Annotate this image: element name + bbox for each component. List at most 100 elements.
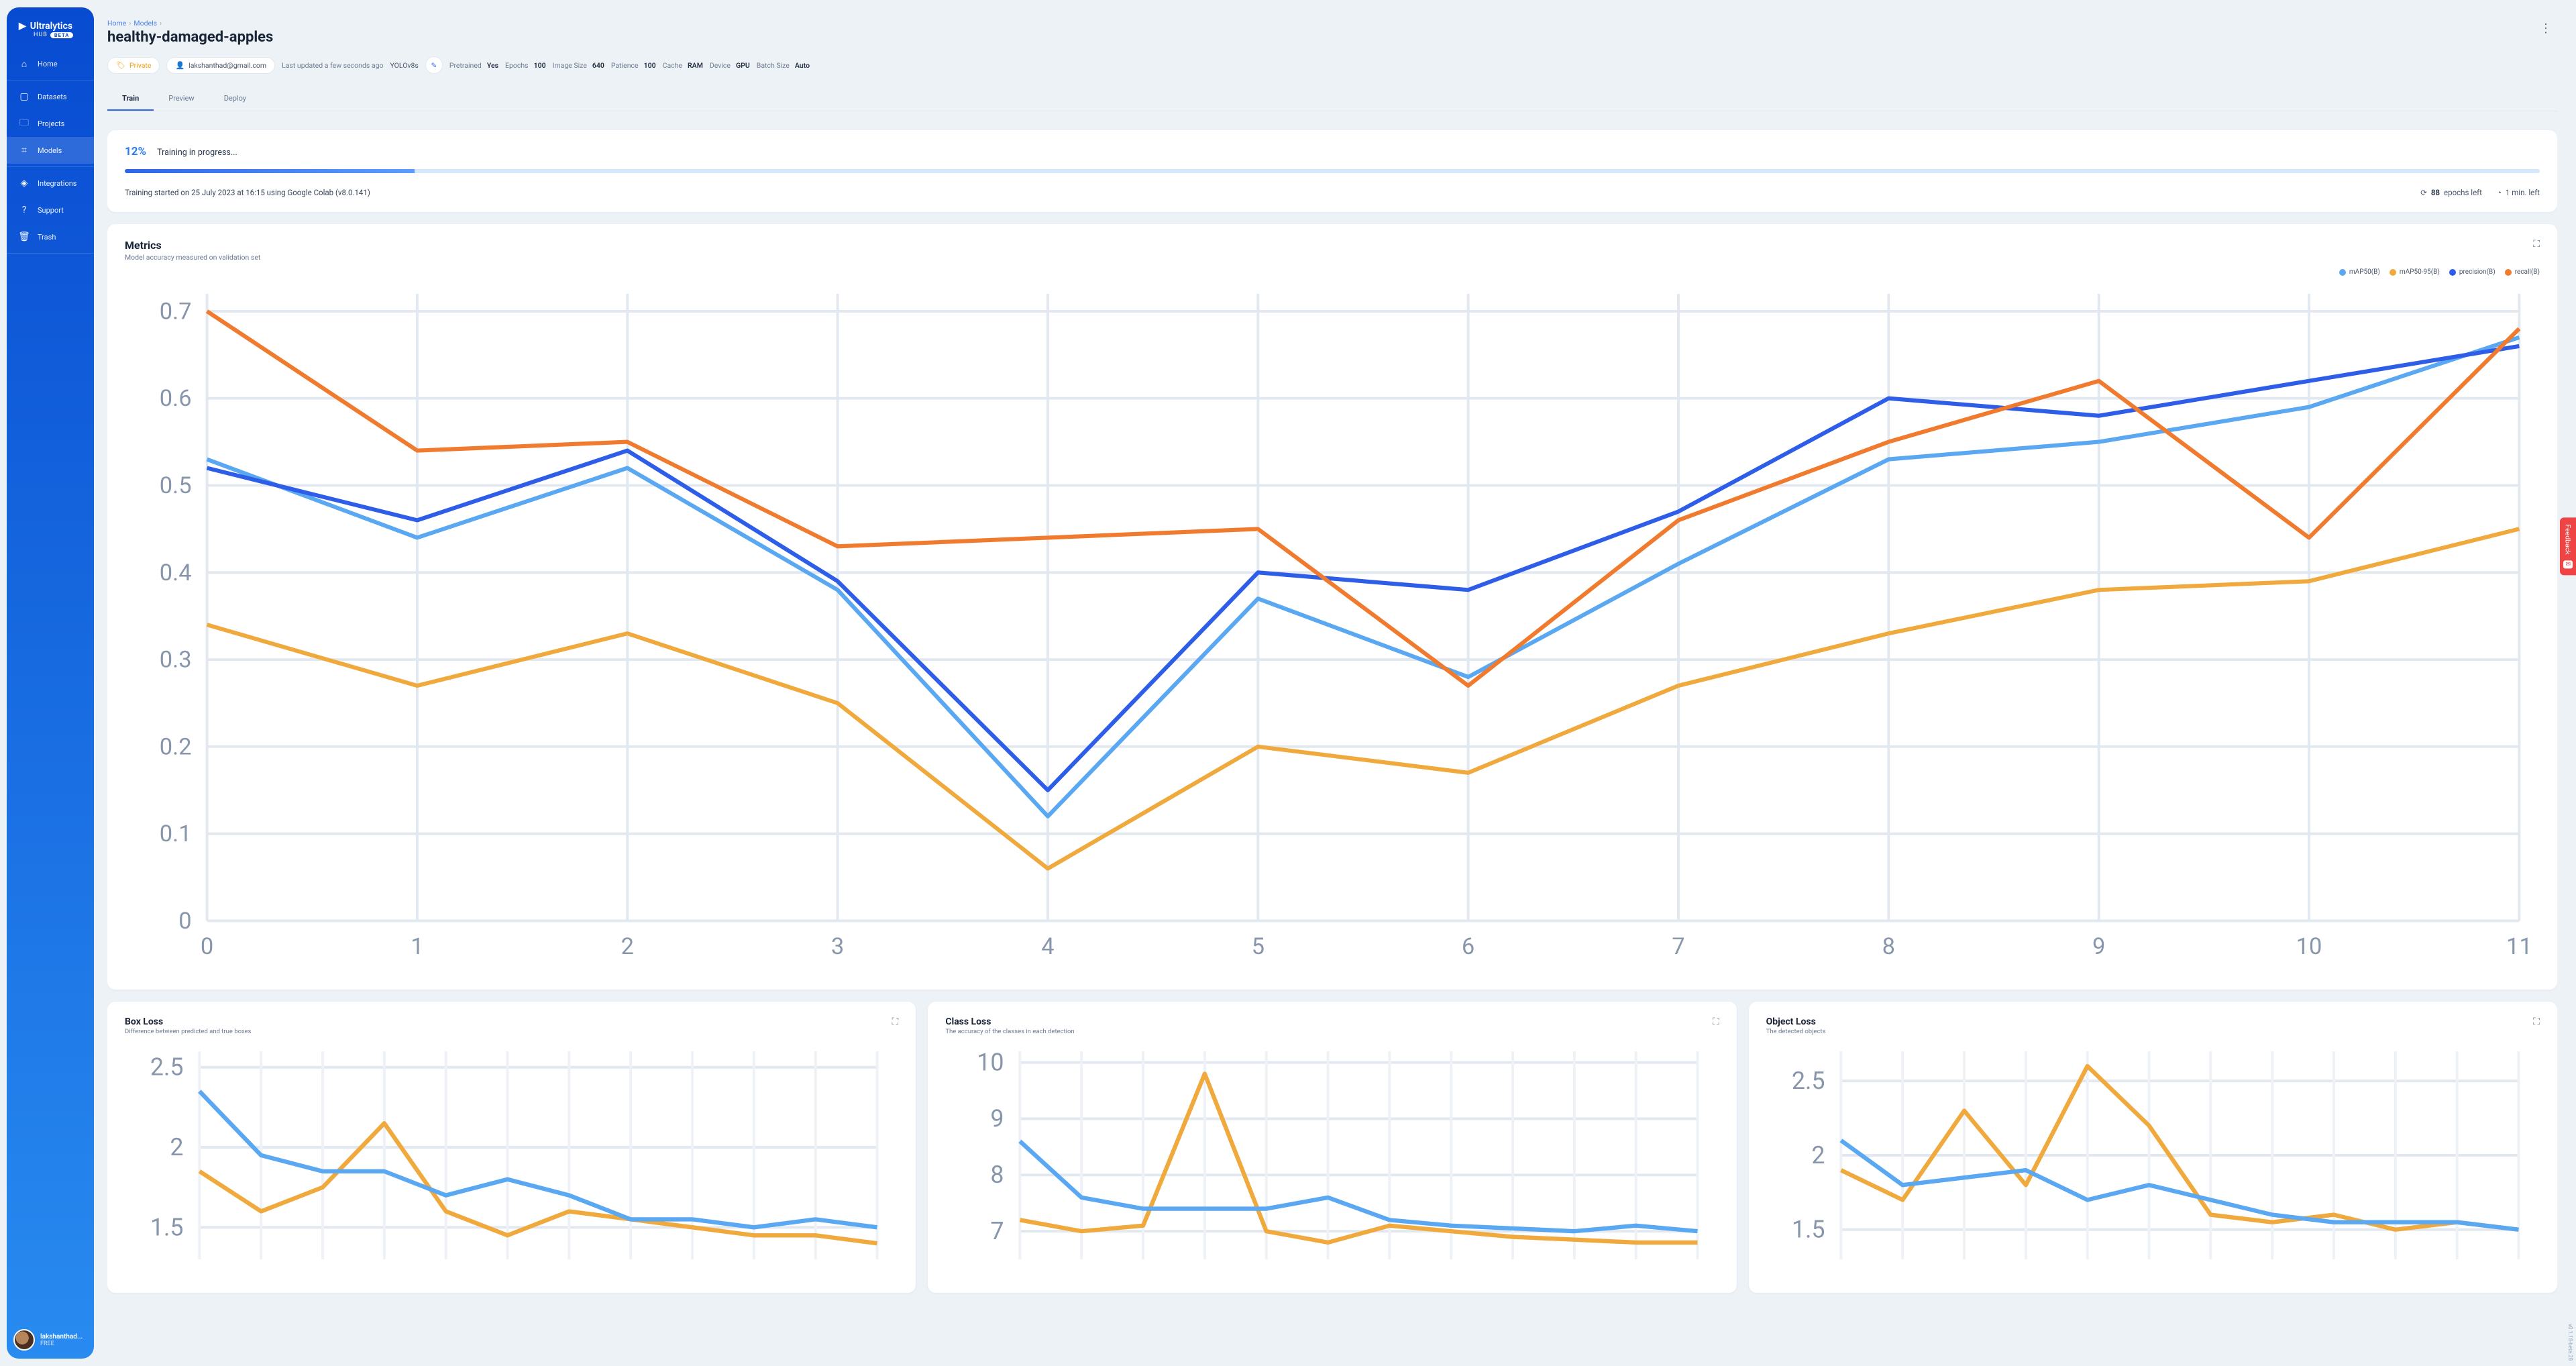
feedback-tab[interactable]: Feedback ✉ — [2560, 518, 2576, 575]
owner-pill[interactable]: 👤lakshanthad@gmail.com — [166, 57, 275, 74]
training-started: Training started on 25 July 2023 at 16:1… — [125, 188, 370, 197]
param-device: DeviceGPU — [710, 61, 750, 70]
svg-text:0.1: 0.1 — [160, 821, 192, 847]
edit-arch-button[interactable]: ✎ — [425, 56, 443, 74]
class-loss-title: Class Loss — [945, 1016, 1074, 1027]
nav-label: Trash — [38, 233, 56, 242]
breadcrumb-models[interactable]: Models — [133, 19, 157, 28]
legend-precision(B)[interactable]: precision(B) — [2449, 268, 2496, 276]
clock-icon: ◔ — [2497, 188, 2502, 197]
svg-text:0.3: 0.3 — [160, 647, 192, 674]
svg-text:3: 3 — [831, 933, 844, 960]
graph-icon: ⌗ — [19, 145, 30, 156]
param-epochs: Epochs100 — [505, 61, 546, 70]
svg-text:11: 11 — [2506, 933, 2532, 960]
training-percent: 12% — [125, 145, 146, 158]
legend-mAP50-95(B)[interactable]: mAP50-95(B) — [2390, 268, 2440, 276]
nav-integrations[interactable]: ◈ Integrations — [7, 170, 94, 197]
logo[interactable]: ▶Ultralytics HUBBETA — [7, 7, 94, 44]
nav-label: Support — [38, 206, 64, 215]
home-icon: ⌂ — [19, 58, 30, 69]
feedback-icon: ✉ — [2563, 560, 2573, 568]
param-cache: CacheRAM — [663, 61, 703, 70]
box-loss-card: Box LossDifference between predicted and… — [107, 1002, 916, 1293]
epochs-left: ⟳ 88 epochs left — [2420, 188, 2482, 197]
tab-train[interactable]: Train — [107, 87, 154, 111]
tab-preview[interactable]: Preview — [154, 87, 209, 111]
pencil-icon: ✎ — [431, 61, 437, 70]
svg-text:4: 4 — [1041, 933, 1054, 960]
model-meta-row: 🏷Private 👤lakshanthad@gmail.com Last upd… — [107, 56, 2557, 74]
box-loss-subtitle: Difference between predicted and true bo… — [125, 1028, 251, 1035]
svg-text:0.7: 0.7 — [160, 298, 192, 325]
layers-icon: ◈ — [19, 178, 30, 189]
box-loss-title: Box Loss — [125, 1016, 251, 1027]
more-menu-button[interactable]: ⋮ — [2534, 19, 2557, 38]
expand-metrics-button[interactable]: ⛶ — [2533, 239, 2540, 250]
time-left: ◔ 1 min. left — [2497, 188, 2540, 197]
last-updated: Last updated a few seconds ago — [282, 61, 383, 70]
nav-home[interactable]: ⌂Home — [7, 50, 94, 77]
param-image-size: Image Size640 — [553, 61, 604, 70]
svg-text:0.4: 0.4 — [160, 560, 192, 586]
nav-label: Projects — [38, 119, 64, 128]
expand-object-loss-button[interactable]: ⛶ — [2533, 1016, 2540, 1035]
svg-text:1.5: 1.5 — [1792, 1216, 1825, 1244]
nav-trash[interactable]: 🗑 Trash — [7, 223, 94, 250]
legend-mAP50(B)[interactable]: mAP50(B) — [2339, 268, 2380, 276]
beta-badge: BETA — [50, 32, 73, 38]
svg-text:0: 0 — [178, 908, 191, 935]
expand-box-loss-button[interactable]: ⛶ — [892, 1016, 899, 1035]
user-plan: FREE — [40, 1341, 83, 1347]
brand-name: Ultralytics — [30, 21, 72, 32]
image-icon: ▢ — [19, 91, 30, 102]
svg-text:0: 0 — [201, 933, 213, 960]
svg-text:2: 2 — [170, 1133, 183, 1161]
training-status: Training in progress... — [157, 148, 237, 158]
page-title: healthy-damaged-apples — [107, 29, 273, 46]
tab-deploy[interactable]: Deploy — [209, 87, 261, 111]
box-loss-chart: 1.5 2 2.5 — [125, 1035, 898, 1275]
object-loss-subtitle: The detected objects — [1766, 1028, 1826, 1035]
svg-text:0.6: 0.6 — [160, 385, 192, 412]
nav-models[interactable]: ⌗ Models — [7, 137, 94, 164]
private-badge: 🏷Private — [107, 57, 160, 74]
feedback-label: Feedback — [2564, 525, 2573, 555]
svg-text:0.5: 0.5 — [160, 472, 192, 499]
version-label: v0.1.18-beta.28 — [2567, 1324, 2573, 1361]
user-name: lakshanthad... — [40, 1333, 83, 1341]
svg-text:7: 7 — [1672, 933, 1684, 960]
nav-datasets[interactable]: ▢Datasets — [7, 83, 94, 110]
svg-text:9: 9 — [2092, 933, 2105, 960]
user-icon: 👤 — [175, 61, 184, 70]
class-loss-subtitle: The accuracy of the classes in each dete… — [945, 1028, 1074, 1035]
nav-label: Models — [38, 146, 62, 155]
metrics-card: Metrics Model accuracy measured on valid… — [107, 224, 2557, 990]
breadcrumb-home[interactable]: Home — [107, 19, 126, 28]
legend-recall(B)[interactable]: recall(B) — [2505, 268, 2540, 276]
user-card[interactable]: lakshanthad... FREE — [13, 1329, 87, 1351]
svg-text:7: 7 — [991, 1217, 1004, 1245]
param-patience: Patience100 — [611, 61, 656, 70]
expand-class-loss-button[interactable]: ⛶ — [1713, 1016, 1719, 1035]
svg-text:9: 9 — [991, 1104, 1004, 1133]
nav-support[interactable]: ?Support — [7, 197, 94, 223]
svg-text:10: 10 — [2296, 933, 2322, 960]
object-loss-card: Object LossThe detected objects⛶ 1.522.5 — [1749, 1002, 2557, 1293]
progress-bar — [125, 169, 2540, 173]
class-loss-card: Class LossThe accuracy of the classes in… — [928, 1002, 1736, 1293]
object-loss-chart: 1.522.5 — [1766, 1035, 2540, 1275]
nav-label: Integrations — [38, 179, 76, 188]
sidebar: ▶Ultralytics HUBBETA ⌂Home ▢Datasets 🗀Pr… — [7, 7, 94, 1359]
trash-icon: 🗑 — [19, 231, 30, 242]
param-pretrained: PretrainedYes — [449, 61, 498, 70]
svg-text:5: 5 — [1252, 933, 1265, 960]
svg-text:6: 6 — [1462, 933, 1474, 960]
svg-text:1.5: 1.5 — [150, 1213, 184, 1241]
param-batch-size: Batch SizeAuto — [757, 61, 810, 70]
refresh-icon: ⟳ — [2420, 188, 2427, 197]
nav-projects[interactable]: 🗀Projects — [7, 110, 94, 137]
metrics-chart: 00.10.20.30.40.50.60.701234567891011 — [125, 278, 2540, 972]
breadcrumb: Home › Models › — [107, 19, 273, 28]
svg-text:2.5: 2.5 — [150, 1053, 184, 1082]
